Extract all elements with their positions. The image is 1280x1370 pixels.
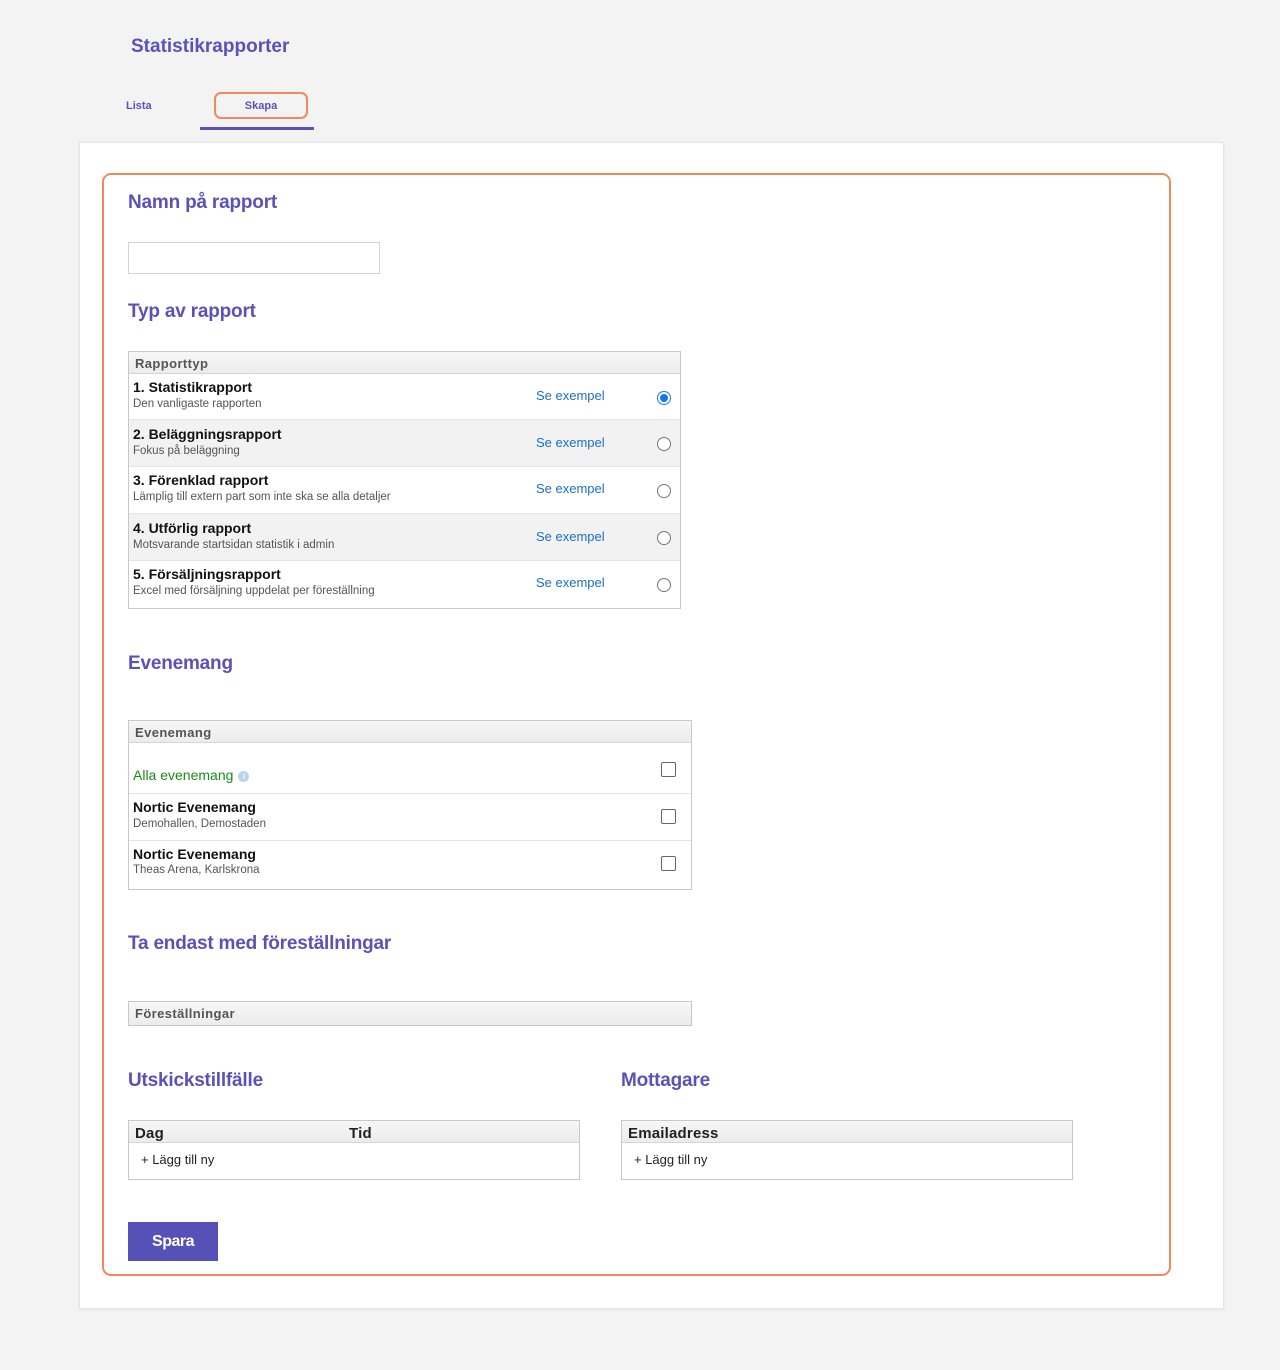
recipients-title: Mottagare — [621, 1070, 710, 1091]
report-type-radio-2[interactable] — [657, 437, 671, 451]
report-type-row[interactable]: 2. Beläggningsrapport Fokus på beläggnin… — [129, 420, 680, 467]
events-table: Evenemang Alla evenemang i Nortic Evenema… — [128, 720, 692, 890]
see-example-link-5[interactable]: Se exempel — [536, 575, 605, 590]
performances-header: Föreställningar — [129, 1002, 691, 1025]
performances-table: Föreställningar — [128, 1001, 692, 1026]
see-example-link-3[interactable]: Se exempel — [536, 481, 605, 496]
report-type-row[interactable]: 3. Förenklad rapport Lämplig till extern… — [129, 467, 680, 514]
tab-skapa[interactable]: Skapa — [214, 92, 308, 119]
report-type-title-2: 2. Beläggningsrapport — [133, 426, 282, 442]
event-row[interactable]: Nortic Evenemang Theas Arena, Karlskrona — [129, 841, 691, 887]
event-subtitle-1: Demohallen, Demostaden — [133, 818, 266, 830]
schedule-col-time: Tid — [349, 1125, 372, 1142]
report-type-subtitle-5: Excel med försäljning uppdelat per föres… — [133, 585, 375, 597]
schedule-table: Dag Tid + Lägg till ny — [128, 1120, 580, 1180]
schedule-add-new[interactable]: + Lägg till ny — [141, 1152, 214, 1167]
performances-title: Ta endast med föreställningar — [128, 933, 392, 954]
active-tab-indicator — [200, 127, 314, 130]
see-example-link-2[interactable]: Se exempel — [536, 435, 605, 450]
schedule-title: Utskickstillfälle — [128, 1070, 263, 1091]
all-events-checkbox[interactable] — [661, 762, 676, 777]
schedule-col-day: Dag — [135, 1125, 164, 1142]
report-type-title-3: 3. Förenklad rapport — [133, 472, 269, 488]
all-events-label: Alla evenemang i — [133, 767, 250, 783]
report-type-radio-5[interactable] — [657, 578, 671, 592]
tab-skapa-label: Skapa — [244, 99, 278, 112]
report-type-title-4: 4. Utförlig rapport — [133, 520, 252, 536]
see-example-link-4[interactable]: Se exempel — [536, 529, 605, 544]
report-type-row[interactable]: 4. Utförlig rapport Motsvarande startsid… — [129, 514, 680, 561]
report-name-input[interactable] — [128, 242, 380, 274]
report-type-subtitle-2: Fokus på beläggning — [133, 445, 240, 457]
report-type-subtitle-3: Lämplig till extern part som inte ska se… — [133, 491, 391, 503]
event-title-2: Nortic Evenemang — [133, 846, 256, 862]
recipients-col-email: Emailadress — [628, 1125, 719, 1142]
report-type-radio-4[interactable] — [657, 531, 671, 545]
report-type-subtitle-4: Motsvarande startsidan statistik i admin — [133, 539, 335, 551]
see-example-link-1[interactable]: Se exempel — [536, 388, 605, 403]
event-checkbox-1[interactable] — [661, 809, 676, 824]
event-checkbox-2[interactable] — [661, 856, 676, 871]
report-name-title: Namn på rapport — [128, 192, 278, 213]
event-title-1: Nortic Evenemang — [133, 799, 256, 815]
info-icon[interactable]: i — [238, 771, 250, 782]
recipients-table: Emailadress + Lägg till ny — [621, 1120, 1073, 1180]
report-type-title-5: 5. Försäljningsrapport — [133, 566, 281, 582]
events-title: Evenemang — [128, 653, 233, 674]
report-type-radio-1[interactable] — [657, 391, 671, 405]
recipients-add-new[interactable]: + Lägg till ny — [634, 1152, 707, 1167]
tab-lista[interactable]: Lista — [126, 100, 152, 112]
report-type-header: Rapporttyp — [129, 352, 680, 374]
save-button[interactable]: Spara — [128, 1222, 218, 1261]
tab-bar: Lista Skapa — [100, 92, 330, 130]
report-type-subtitle-1: Den vanligaste rapporten — [133, 398, 262, 410]
all-events-text: Alla evenemang — [133, 767, 234, 783]
report-type-radio-3[interactable] — [657, 484, 671, 498]
event-row[interactable]: Nortic Evenemang Demohallen, Demostaden — [129, 794, 691, 841]
report-type-table: Rapporttyp 1. Statistikrapport Den vanli… — [128, 351, 681, 609]
page-title: Statistikrapporter — [131, 36, 290, 57]
events-header: Evenemang — [129, 721, 691, 743]
event-subtitle-2: Theas Arena, Karlskrona — [133, 864, 260, 876]
report-type-title: Typ av rapport — [128, 301, 256, 322]
report-type-row[interactable]: 5. Försäljningsrapport Excel med försälj… — [129, 561, 680, 607]
report-type-row[interactable]: 1. Statistikrapport Den vanligaste rappo… — [129, 374, 680, 420]
event-row-all[interactable]: Alla evenemang i — [129, 743, 691, 794]
report-type-title-1: 1. Statistikrapport — [133, 379, 253, 395]
form-card: Namn på rapport Typ av rapport Rapportty… — [79, 142, 1224, 1309]
